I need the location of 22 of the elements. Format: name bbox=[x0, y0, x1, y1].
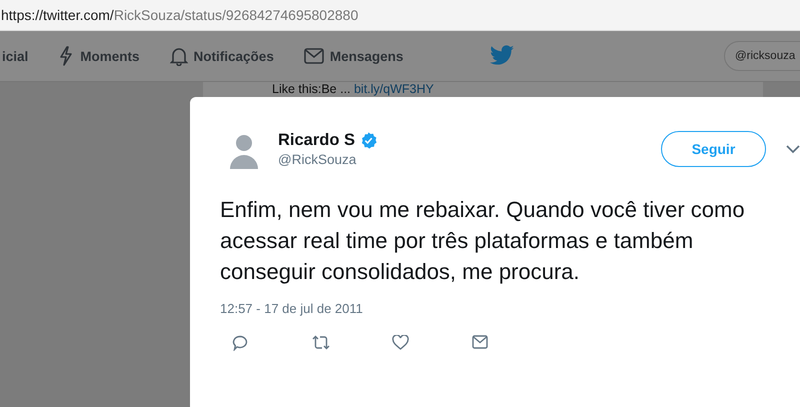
nav-link[interactable]: Moments bbox=[58, 46, 140, 66]
reply-icon[interactable] bbox=[232, 335, 248, 351]
retweet-icon[interactable] bbox=[312, 335, 330, 350]
caret-icon[interactable] bbox=[786, 144, 800, 154]
tweet-timestamp[interactable]: 12:57 - 17 de jul de 2011 bbox=[220, 301, 780, 316]
follow-button[interactable]: Seguir bbox=[661, 131, 766, 167]
url-text: https://twitter.com/RickSouza/status/92684274695802880 bbox=[1, 7, 358, 23]
address-bar[interactable]: https://twitter.com/RickSouza/status/92684274695802880 bbox=[0, 0, 800, 31]
account-field[interactable]: @ricksouza bbox=[724, 41, 800, 71]
heart-icon[interactable] bbox=[392, 335, 409, 350]
envelope-icon bbox=[304, 48, 324, 64]
tweet-link[interactable]: bit.ly/qWF3HY bbox=[354, 82, 434, 96]
nav-link[interactable]: Notificações bbox=[170, 46, 274, 66]
user-name[interactable]: Ricardo S bbox=[278, 131, 356, 150]
bell-icon bbox=[170, 46, 188, 66]
nav-link[interactable]: Mensagens bbox=[304, 46, 404, 66]
tweet-text: Enfim, nem vou me rebaixar. Quando você tiver como acessar real time por três plataformas e também conseguir consolidados, me procura. bbox=[220, 196, 746, 286]
user-handle[interactable]: @RickSouza bbox=[278, 152, 378, 167]
envelope-icon[interactable] bbox=[472, 335, 488, 349]
lightning-icon bbox=[58, 46, 74, 66]
tweet-text: Like this:Be ... bit.ly/qWF3HY bbox=[272, 82, 434, 96]
nav-link[interactable]: icial bbox=[2, 46, 28, 66]
